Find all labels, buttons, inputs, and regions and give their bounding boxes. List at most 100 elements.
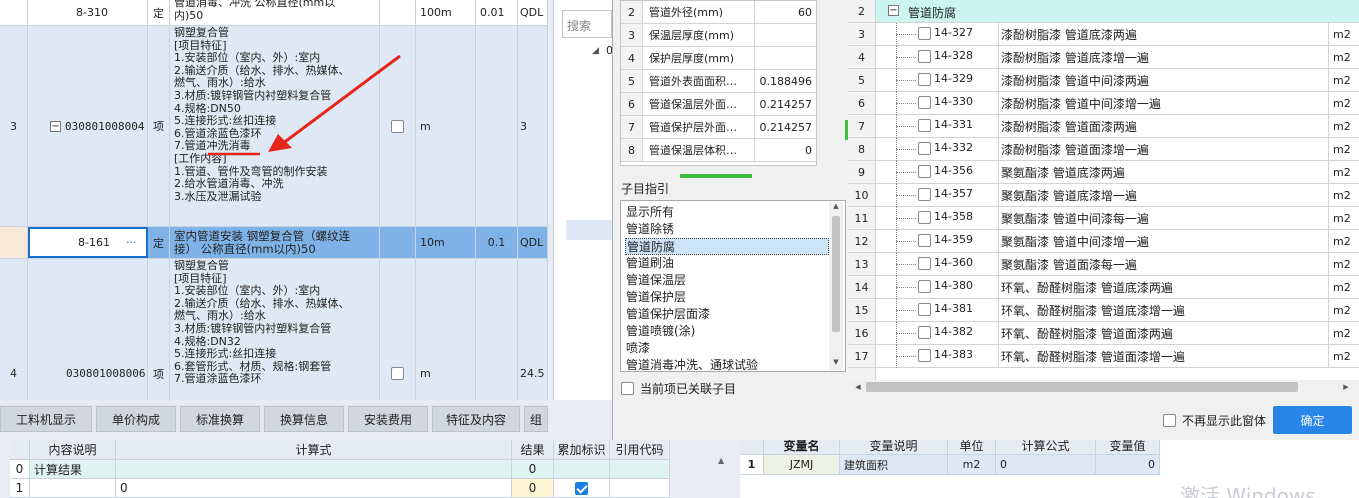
scroll-right-icon[interactable]: ▶ — [1340, 380, 1352, 394]
param-row[interactable]: 2 管道外径(mm) 60 — [621, 1, 816, 24]
tree-line — [896, 138, 897, 161]
sub-item-checkbox[interactable] — [918, 349, 931, 362]
guide-item[interactable]: 管道保护层 — [625, 289, 686, 306]
param-value[interactable]: 0.214257 — [755, 116, 816, 138]
tab-conversion-info[interactable]: 换算信息 — [264, 406, 344, 432]
sub-item-row[interactable]: 7 14-331 漆酚树脂漆 管道面漆两遍 m2 — [848, 115, 1359, 138]
sub-item-unit: m2 — [1328, 299, 1359, 321]
tree-expand-icon[interactable]: ◢ — [592, 46, 599, 56]
param-name: 管道保温层外面… — [643, 93, 755, 115]
guide-item[interactable]: 管道防腐 — [625, 238, 829, 255]
splitter-handle[interactable] — [680, 174, 752, 178]
group-label: 管道防腐 — [908, 6, 957, 20]
var-name[interactable]: JZMJ — [764, 455, 840, 475]
sub-item-checkbox[interactable] — [918, 73, 931, 86]
guide-item[interactable]: 管道消毒冲洗、通球试验 — [625, 357, 758, 371]
param-value[interactable] — [755, 47, 816, 69]
group-row[interactable]: 2 − 管道防腐 — [848, 0, 1359, 23]
guide-item[interactable]: 管道保护层面漆 — [625, 306, 710, 323]
search-input[interactable]: 搜索 — [562, 10, 612, 38]
sub-item-checkbox[interactable] — [918, 142, 931, 155]
col-header: 引用代码 — [610, 440, 670, 460]
param-row[interactable]: 7 管道保护层外面… 0.214257 — [621, 116, 816, 139]
scroll-down-icon[interactable]: ▼ — [829, 358, 843, 370]
sub-item-row[interactable]: 3 14-327 漆酚树脂漆 管道底漆两遍 m2 — [848, 23, 1359, 46]
calc-desc[interactable] — [30, 479, 116, 498]
sub-item-row[interactable]: 12 14-359 聚氨酯漆 管道中间漆增一遍 m2 — [848, 230, 1359, 253]
param-value[interactable] — [755, 24, 816, 46]
param-row[interactable]: 4 保护层厚度(mm) — [621, 47, 816, 70]
tree-line — [896, 103, 916, 104]
sub-item-row[interactable]: 9 14-356 聚氨酯漆 管道底漆两遍 m2 — [848, 161, 1359, 184]
tab-install-fee[interactable]: 安装费用 — [348, 406, 428, 432]
sub-item-row[interactable]: 4 14-328 漆酚树脂漆 管道底漆增一遍 m2 — [848, 46, 1359, 69]
sub-item-checkbox[interactable] — [918, 257, 931, 270]
guide-item[interactable]: 管道除锈 — [625, 221, 674, 238]
calc-formula[interactable] — [116, 460, 512, 479]
scroll-up-icon[interactable]: ▲ — [829, 202, 843, 214]
only-associated-option[interactable]: 当前项已关联子目 — [621, 380, 736, 397]
scroll-up-icon[interactable]: ▲ — [718, 456, 724, 465]
scroll-thumb[interactable] — [866, 382, 1298, 392]
guide-item[interactable]: 管道刷油 — [625, 255, 674, 272]
collapse-icon[interactable]: − — [888, 5, 899, 16]
sub-item-checkbox[interactable] — [918, 119, 931, 132]
tab-group[interactable]: 组 — [524, 406, 548, 432]
param-row[interactable]: 6 管道保温层外面… 0.214257 — [621, 93, 816, 116]
accum-checkbox[interactable] — [575, 481, 588, 495]
sub-item-checkbox[interactable] — [918, 234, 931, 247]
param-value[interactable]: 0.214257 — [755, 93, 816, 115]
tree-line — [896, 161, 897, 184]
tab-unit-price[interactable]: 单价构成 — [96, 406, 176, 432]
guide-item[interactable]: 管道保温层 — [625, 272, 686, 289]
no-show-checkbox[interactable] — [1163, 414, 1176, 427]
sub-item-row[interactable]: 15 14-381 环氧、酚醛树脂漆 管道底漆增一遍 m2 — [848, 299, 1359, 322]
sub-item-row[interactable]: 16 14-382 环氧、酚醛树脂漆 管道面漆两遍 m2 — [848, 322, 1359, 345]
param-value[interactable]: 0 — [755, 139, 816, 161]
sub-item-checkbox[interactable] — [918, 211, 931, 224]
guide-item[interactable]: 管道喷镀(涂) — [625, 323, 695, 340]
col-header: 计算式 — [116, 440, 512, 460]
sub-item-row[interactable]: 17 14-383 环氧、酚醛树脂漆 管道面漆增一遍 m2 — [848, 345, 1359, 368]
guide-item[interactable]: 喷漆 — [625, 340, 650, 357]
no-show-option[interactable]: 不再显示此窗体 — [1163, 412, 1266, 429]
param-value[interactable]: 60 — [755, 1, 816, 23]
sub-item-row[interactable]: 8 14-332 漆酚树脂漆 管道面漆增一遍 m2 — [848, 138, 1359, 161]
var-unit[interactable]: m2 — [948, 455, 996, 475]
sub-item-checkbox[interactable] — [918, 303, 931, 316]
calc-result: 0 — [512, 479, 554, 498]
sub-item-checkbox[interactable] — [918, 96, 931, 109]
sub-item-checkbox[interactable] — [918, 165, 931, 178]
sub-item-checkbox[interactable] — [918, 50, 931, 63]
sub-item-row[interactable]: 5 14-329 漆酚树脂漆 管道中间漆两遍 m2 — [848, 69, 1359, 92]
sub-item-name: 聚氨酯漆 管道中间漆增一遍 — [998, 230, 1328, 252]
ok-button[interactable]: 确定 — [1273, 406, 1352, 434]
tab-labor-material[interactable]: 工料机显示 — [0, 406, 92, 432]
sub-item-checkbox[interactable] — [918, 280, 931, 293]
sub-item-row[interactable]: 13 14-360 聚氨酯漆 管道面漆每一遍 m2 — [848, 253, 1359, 276]
scroll-thumb[interactable] — [832, 216, 840, 332]
param-row[interactable]: 3 保温层厚度(mm) — [621, 24, 816, 47]
scroll-left-icon[interactable]: ◀ — [852, 380, 864, 394]
guide-item[interactable]: 显示所有 — [625, 204, 674, 221]
param-name: 保护层厚度(mm) — [643, 47, 755, 69]
sub-item-checkbox[interactable] — [918, 326, 931, 339]
only-associated-checkbox[interactable] — [621, 382, 634, 395]
calc-formula[interactable]: 0 — [116, 479, 512, 498]
sub-item-row[interactable]: 10 14-357 聚氨酯漆 管道底漆增一遍 m2 — [848, 184, 1359, 207]
var-formula[interactable]: 0 — [996, 455, 1096, 475]
param-row[interactable]: 5 管道外表面面积… 0.188496 — [621, 70, 816, 93]
var-desc[interactable]: 建筑面积 — [840, 455, 948, 475]
tab-features[interactable]: 特征及内容 — [432, 406, 520, 432]
sub-item-checkbox[interactable] — [918, 27, 931, 40]
sub-item-checkbox[interactable] — [918, 188, 931, 201]
guide-scrollbar[interactable]: ▲ ▼ — [829, 202, 843, 370]
param-row[interactable]: 8 管道保温层体积… 0 — [621, 139, 816, 162]
sub-item-row[interactable]: 14 14-380 环氧、酚醛树脂漆 管道底漆两遍 m2 — [848, 276, 1359, 299]
sub-item-row[interactable]: 11 14-358 聚氨酯漆 管道中间漆每一遍 m2 — [848, 207, 1359, 230]
sub-item-name: 漆酚树脂漆 管道底漆增一遍 — [998, 46, 1328, 68]
tab-standard-conversion[interactable]: 标准换算 — [180, 406, 260, 432]
sub-item-row[interactable]: 6 14-330 漆酚树脂漆 管道中间漆增一遍 m2 — [848, 92, 1359, 115]
calc-desc[interactable]: 计算结果 — [30, 460, 116, 479]
param-value[interactable]: 0.188496 — [755, 70, 816, 92]
